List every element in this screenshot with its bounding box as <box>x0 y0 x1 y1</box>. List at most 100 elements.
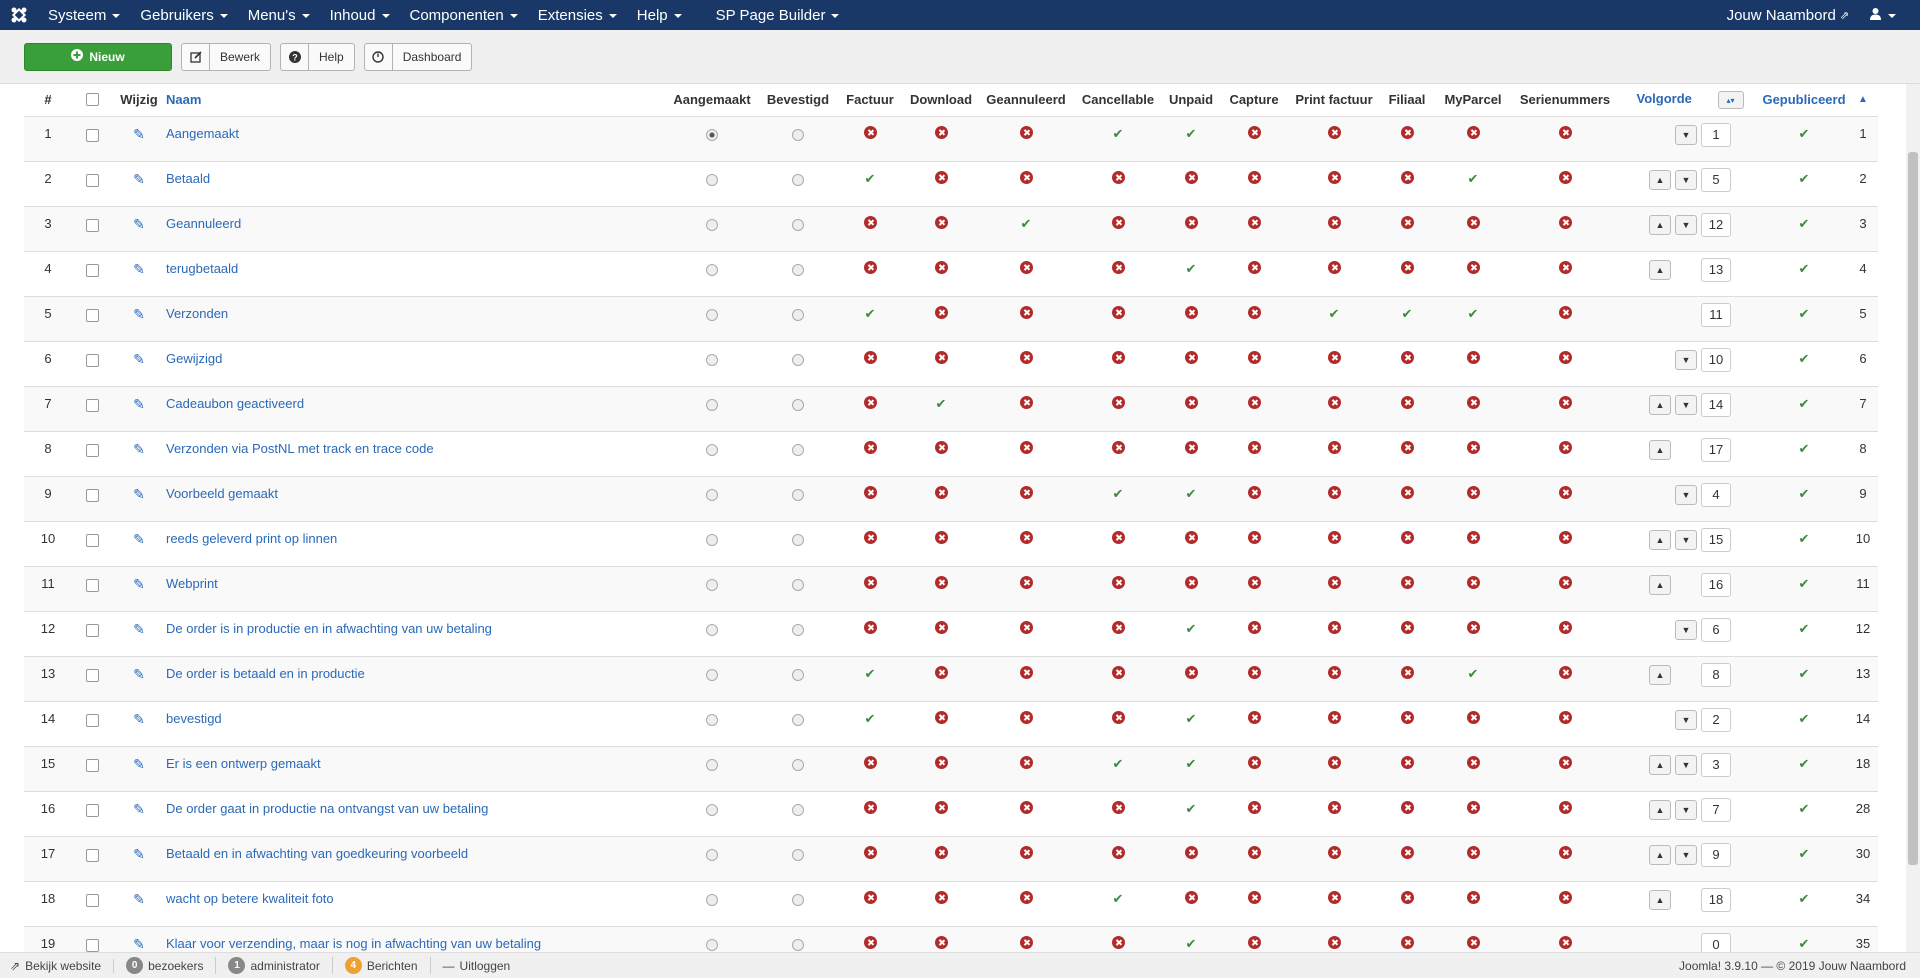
confirmed-default-radio[interactable] <box>792 758 804 771</box>
row-checkbox[interactable] <box>85 173 99 187</box>
check-icon[interactable]: ✔ <box>1185 802 1197 815</box>
cross-circle-icon[interactable] <box>1184 845 1198 859</box>
cross-circle-icon[interactable] <box>1327 575 1341 589</box>
move-up-icon[interactable]: ▲ <box>1649 394 1671 415</box>
order-input[interactable]: 15 <box>1701 527 1731 552</box>
status-name-link[interactable]: De order is in productie en in afwachtin… <box>166 610 666 656</box>
order-input[interactable]: 11 <box>1701 302 1731 327</box>
cross-circle-icon[interactable] <box>1400 215 1414 229</box>
order-input[interactable]: 17 <box>1701 437 1731 462</box>
cross-circle-icon[interactable] <box>1466 845 1480 859</box>
move-up-icon[interactable]: ▲ <box>1649 169 1671 190</box>
check-icon[interactable]: ✔ <box>1798 307 1810 320</box>
confirmed-default-radio[interactable] <box>792 443 804 456</box>
row-checkbox[interactable] <box>85 803 99 817</box>
cross-circle-icon[interactable] <box>1111 665 1125 679</box>
cross-circle-icon[interactable] <box>1327 350 1341 364</box>
cross-circle-icon[interactable] <box>1184 170 1198 184</box>
cross-circle-icon[interactable] <box>1558 260 1572 274</box>
cross-circle-icon[interactable] <box>863 890 877 904</box>
check-icon[interactable]: ✔ <box>1112 127 1124 140</box>
cross-circle-icon[interactable] <box>1019 845 1033 859</box>
cross-circle-icon[interactable] <box>934 170 948 184</box>
cross-circle-icon[interactable] <box>1247 350 1261 364</box>
edit-button[interactable]: Bewerk <box>181 42 272 71</box>
cross-circle-icon[interactable] <box>934 845 948 859</box>
cross-circle-icon[interactable] <box>863 395 877 409</box>
cross-circle-icon[interactable] <box>1558 665 1572 679</box>
cross-circle-icon[interactable] <box>1111 260 1125 274</box>
cross-circle-icon[interactable] <box>1019 440 1033 454</box>
cross-circle-icon[interactable] <box>863 845 877 859</box>
new-button[interactable]: Nieuw <box>24 42 172 71</box>
cross-circle-icon[interactable] <box>1558 575 1572 589</box>
cross-circle-icon[interactable] <box>863 350 877 364</box>
cross-circle-icon[interactable] <box>1327 845 1341 859</box>
cross-circle-icon[interactable] <box>1558 305 1572 319</box>
status-name-link[interactable]: Voorbeeld gemaakt <box>166 475 666 521</box>
cross-circle-icon[interactable] <box>1184 395 1198 409</box>
status-name-link[interactable]: terugbetaald <box>166 250 666 296</box>
check-icon[interactable]: ✔ <box>1401 307 1413 320</box>
pencil-icon[interactable]: ✎ <box>133 441 145 457</box>
cross-circle-icon[interactable] <box>1111 800 1125 814</box>
check-icon[interactable]: ✔ <box>1798 667 1810 680</box>
confirmed-default-radio[interactable] <box>792 893 804 906</box>
row-checkbox[interactable] <box>85 488 99 502</box>
confirmed-default-radio[interactable] <box>792 398 804 411</box>
status-name-link[interactable]: Gewijzigd <box>166 340 666 386</box>
row-checkbox[interactable] <box>85 443 99 457</box>
cross-circle-icon[interactable] <box>1019 395 1033 409</box>
cross-circle-icon[interactable] <box>1111 620 1125 634</box>
cross-circle-icon[interactable] <box>863 530 877 544</box>
confirmed-default-radio[interactable] <box>792 803 804 816</box>
cross-circle-icon[interactable] <box>1019 530 1033 544</box>
confirmed-default-radio[interactable] <box>792 533 804 546</box>
confirmed-default-radio[interactable] <box>792 713 804 726</box>
order-input[interactable]: 0 <box>1701 932 1731 952</box>
cross-circle-icon[interactable] <box>1111 440 1125 454</box>
created-default-radio[interactable] <box>706 353 718 366</box>
check-icon[interactable]: ✔ <box>1798 937 1810 950</box>
check-icon[interactable]: ✔ <box>1112 757 1124 770</box>
cross-circle-icon[interactable] <box>863 215 877 229</box>
cross-circle-icon[interactable] <box>1400 620 1414 634</box>
cross-circle-icon[interactable] <box>1466 935 1480 949</box>
cross-circle-icon[interactable] <box>1558 530 1572 544</box>
cross-circle-icon[interactable] <box>1327 800 1341 814</box>
check-icon[interactable]: ✔ <box>1798 577 1810 590</box>
cross-circle-icon[interactable] <box>1327 665 1341 679</box>
created-default-radio[interactable] <box>706 218 718 231</box>
row-checkbox[interactable] <box>85 938 99 952</box>
created-default-radio[interactable] <box>706 308 718 321</box>
nav-menu-sp-page-builder[interactable]: SP Page Builder <box>706 0 850 30</box>
cross-circle-icon[interactable] <box>1019 890 1033 904</box>
messages-link[interactable]: 4 Berichten <box>333 957 431 974</box>
cross-circle-icon[interactable] <box>934 710 948 724</box>
created-default-radio[interactable] <box>706 893 718 906</box>
status-name-link[interactable]: Webprint <box>166 565 666 611</box>
nav-menu-help[interactable]: Help <box>627 0 692 30</box>
cross-circle-icon[interactable] <box>1558 485 1572 499</box>
cross-circle-icon[interactable] <box>863 800 877 814</box>
cross-circle-icon[interactable] <box>863 485 877 499</box>
dashboard-button[interactable]: Dashboard <box>363 42 473 71</box>
row-checkbox[interactable] <box>85 623 99 637</box>
pencil-icon[interactable]: ✎ <box>133 576 145 592</box>
cross-circle-icon[interactable] <box>863 440 877 454</box>
move-down-icon[interactable]: ▼ <box>1675 799 1697 820</box>
check-icon[interactable]: ✔ <box>1185 262 1197 275</box>
created-default-radio[interactable] <box>706 758 718 771</box>
move-down-icon[interactable]: ▼ <box>1675 349 1697 370</box>
cross-circle-icon[interactable] <box>1019 575 1033 589</box>
cross-circle-icon[interactable] <box>1019 485 1033 499</box>
move-down-icon[interactable]: ▼ <box>1675 844 1697 865</box>
confirmed-default-radio[interactable] <box>792 848 804 861</box>
cross-circle-icon[interactable] <box>1327 170 1341 184</box>
confirmed-default-radio[interactable] <box>792 308 804 321</box>
move-up-icon[interactable]: ▲ <box>1649 799 1671 820</box>
move-down-icon[interactable]: ▼ <box>1675 169 1697 190</box>
cross-circle-icon[interactable] <box>934 260 948 274</box>
cross-circle-icon[interactable] <box>1111 575 1125 589</box>
cross-circle-icon[interactable] <box>1400 350 1414 364</box>
